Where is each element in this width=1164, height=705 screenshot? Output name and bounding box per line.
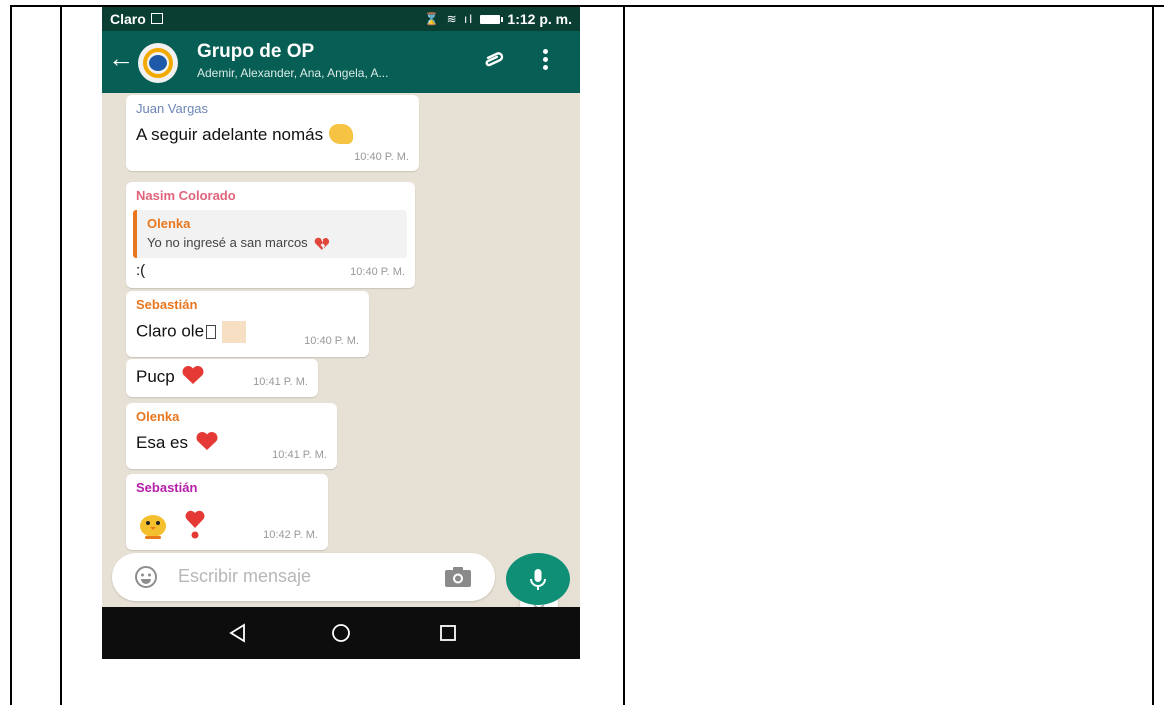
emoji-icon[interactable]	[134, 565, 158, 589]
status-time: 1:12 p. m.	[507, 11, 572, 27]
battery-icon	[480, 15, 503, 24]
android-nav-bar	[102, 607, 580, 659]
chat-participants[interactable]: Ademir, Alexander, Ana, Angela, A...	[197, 66, 388, 80]
nav-back-icon[interactable]	[226, 621, 250, 645]
table-border-left	[10, 5, 12, 705]
message-sender: Nasim Colorado	[136, 188, 236, 203]
quoted-sender: Olenka	[147, 216, 191, 231]
back-arrow-icon[interactable]: ←	[108, 45, 134, 71]
carrier-name: Claro	[110, 11, 146, 27]
message-text: :(	[136, 262, 146, 279]
message-sender: Sebastián	[136, 297, 198, 312]
voice-message-button[interactable]	[506, 553, 570, 605]
message-text: Pucp	[136, 367, 175, 386]
message-bubble[interactable]: Pucp 10:41 P. M.	[126, 359, 318, 397]
message-bubble[interactable]: Olenka Esa es 10:41 P. M.	[126, 403, 337, 469]
chick-emoji-icon	[140, 515, 166, 539]
table-column-divider	[60, 5, 62, 705]
camera-icon[interactable]	[444, 566, 472, 588]
phone-screenshot: Claro ⌛ ≋ ıl 1:12 p. m. ← Grupo de OP Ad…	[102, 7, 580, 659]
message-time: 10:40 P. M.	[354, 151, 409, 163]
message-bubble[interactable]: Nasim Colorado Olenka Yo no ingresé a sa…	[126, 182, 415, 288]
message-text: Esa es	[136, 433, 188, 452]
message-sender: Sebastián	[136, 480, 198, 495]
broken-heart-emoji-icon	[314, 237, 330, 250]
message-time: 10:40 P. M.	[304, 335, 359, 347]
signal-icons: ⌛ ≋ ıl	[424, 12, 474, 26]
message-input[interactable]: Escribir mensaje	[178, 566, 311, 587]
message-time: 10:42 P. M.	[263, 529, 318, 541]
nav-home-icon[interactable]	[329, 621, 353, 645]
heart-emoji-icon	[182, 365, 204, 384]
clapping-emoji-icon	[329, 123, 354, 144]
group-avatar-icon[interactable]	[138, 43, 178, 83]
microphone-icon	[530, 569, 546, 590]
quoted-message[interactable]: Olenka Yo no ingresé a san marcos	[133, 210, 407, 258]
table-border-right	[1152, 5, 1154, 705]
message-list[interactable]: Juan Vargas A seguir adelante nomás 10:4…	[102, 93, 580, 623]
message-bubble[interactable]: Sebastián 10:42 P. M.	[126, 474, 328, 550]
unsupported-emoji-icon	[206, 325, 217, 339]
nav-recents-icon[interactable]	[436, 621, 460, 645]
message-text: Claro ole	[136, 321, 205, 341]
message-bubble[interactable]: Sebastián Claro ole 10:40 P. M.	[126, 291, 369, 357]
message-time: 10:41 P. M.	[253, 376, 308, 388]
message-time: 10:41 P. M.	[272, 449, 327, 461]
message-sender: Juan Vargas	[136, 101, 209, 116]
table-column-divider	[623, 5, 625, 705]
message-composer[interactable]: Escribir mensaje	[112, 553, 495, 601]
status-bar: Claro ⌛ ≋ ıl 1:12 p. m.	[102, 7, 580, 31]
chat-header: ← Grupo de OP Ademir, Alexander, Ana, An…	[102, 31, 580, 93]
message-bubble[interactable]: Juan Vargas A seguir adelante nomás 10:4…	[126, 95, 419, 171]
message-time: 10:40 P. M.	[350, 266, 405, 278]
quoted-text: Yo no ingresé a san marcos	[147, 235, 308, 250]
heart-emoji-icon	[196, 431, 218, 450]
message-sender: Olenka	[136, 409, 180, 424]
message-text: A seguir adelante nomás	[136, 125, 324, 144]
attach-icon[interactable]	[482, 47, 506, 71]
more-options-icon[interactable]	[543, 49, 549, 71]
chat-title[interactable]: Grupo de OP	[197, 41, 314, 63]
notification-icon	[151, 13, 163, 24]
heart-exclamation-emoji-icon	[185, 510, 205, 539]
skin-tone-emoji-icon	[222, 321, 247, 343]
